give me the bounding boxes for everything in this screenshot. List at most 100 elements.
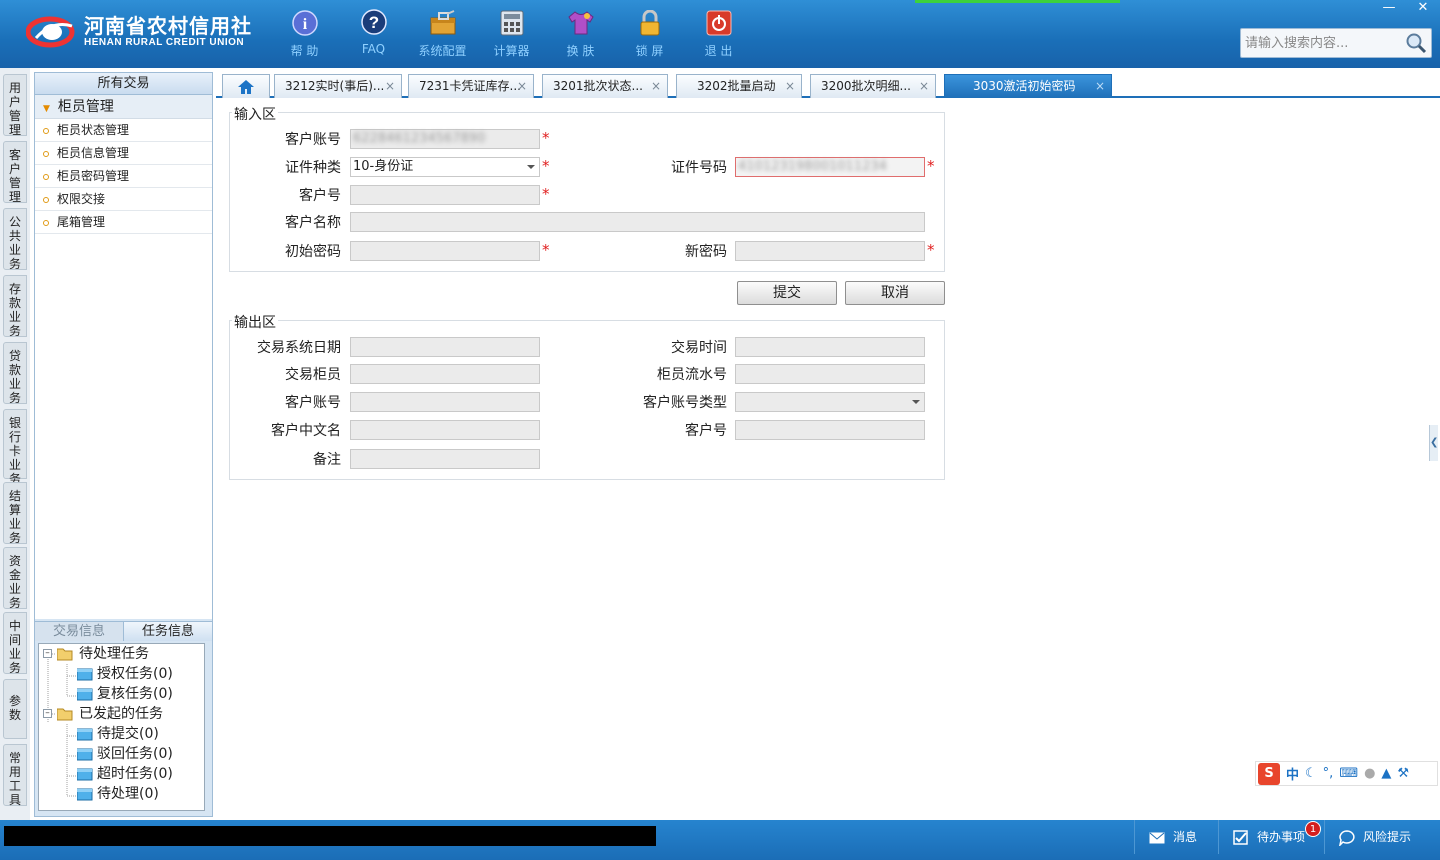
vtab-deposit[interactable]: 存款业务 [3, 275, 27, 338]
work-tabs: 3212实时(事后)... × 7231卡凭证库存... × 3201批次状态...… [216, 72, 1440, 98]
collapse-icon[interactable]: – [43, 709, 52, 718]
tab-3200[interactable]: 3200批次明细... × [810, 74, 936, 98]
tab-7231[interactable]: 7231卡凭证库存... × [408, 74, 534, 98]
input-section-title: 输入区 [232, 104, 278, 124]
user-icon[interactable]: ● [1364, 766, 1375, 781]
txn-time-field[interactable] [735, 337, 925, 357]
sogou-icon[interactable]: S [1258, 762, 1280, 785]
serial-label: 柜员流水号 [657, 367, 727, 383]
tab-home[interactable] [222, 74, 270, 98]
tab-3212[interactable]: 3212实时(事后)... × [274, 74, 402, 98]
teller-field[interactable] [350, 364, 540, 384]
nav-item-permission-handover[interactable]: 权限交接 [35, 188, 212, 211]
messages-button[interactable]: 消息 [1134, 820, 1218, 854]
vtab-funds[interactable]: 资金业务 [3, 547, 27, 610]
minimize-button[interactable]: — [1372, 0, 1406, 18]
out-account-field[interactable] [350, 392, 540, 412]
out-cust-no-field[interactable] [735, 420, 925, 440]
moon-icon[interactable]: ☾ [1305, 766, 1317, 781]
toolbox-icon [428, 8, 458, 38]
tree-node-pending[interactable]: – 待处理任务 [39, 644, 204, 664]
vtab-parameters[interactable]: 参数 [3, 679, 27, 739]
tab-3202[interactable]: 3202批量启动 × [676, 74, 802, 98]
vtab-common-tools[interactable]: 常用工具 [3, 744, 27, 807]
vtab-public-business[interactable]: 公共业务 [3, 208, 27, 271]
help-button[interactable]: i 帮 助 [270, 8, 339, 59]
nav-item-teller-password[interactable]: 柜员密码管理 [35, 165, 212, 188]
tree-label: 超时任务(0) [97, 766, 173, 782]
vtab-loan[interactable]: 贷款业务 [3, 342, 27, 405]
id-no-label: 证件号码 [671, 160, 727, 176]
faq-button[interactable]: ? FAQ [339, 8, 408, 59]
cancel-button[interactable]: 取消 [845, 281, 945, 305]
tab-transaction-info[interactable]: 交易信息 [35, 622, 123, 641]
nav-item-label: 柜员信息管理 [57, 146, 130, 160]
tree-node-to-submit[interactable]: 待提交(0) [39, 724, 204, 744]
tree-node-auth[interactable]: 授权任务(0) [39, 664, 204, 684]
close-tab-icon[interactable]: × [785, 75, 795, 97]
tree-node-timeout[interactable]: 超时任务(0) [39, 764, 204, 784]
nav-item-teller-info[interactable]: 柜员信息管理 [35, 142, 212, 165]
risk-alert-button[interactable]: 风险提示 [1324, 820, 1440, 854]
cust-name-field[interactable] [350, 212, 925, 232]
tab-3030[interactable]: 3030激活初始密码 × [944, 74, 1112, 98]
nav-item-teller-status[interactable]: 柜员状态管理 [35, 119, 212, 142]
close-tab-icon[interactable]: × [651, 75, 661, 97]
nav-group-label: 柜员管理 [57, 99, 114, 115]
cn-name-field[interactable] [350, 420, 540, 440]
vtab-intermediate[interactable]: 中间业务 [3, 612, 27, 675]
close-tab-icon[interactable]: × [385, 75, 395, 97]
calculator-icon [497, 8, 527, 38]
sys-date-field[interactable] [350, 337, 540, 357]
vtab-customer-mgmt[interactable]: 客户管理 [3, 141, 27, 204]
tree-node-rejected[interactable]: 驳回任务(0) [39, 744, 204, 764]
cn-name-label: 客户中文名 [271, 423, 341, 439]
tree-node-initiated[interactable]: – 已发起的任务 [39, 704, 204, 724]
account-field[interactable]: 6228461234567890 [350, 129, 540, 149]
folder-icon [76, 687, 93, 701]
exit-button[interactable]: 退 出 [684, 8, 753, 59]
close-tab-icon[interactable]: × [517, 75, 527, 97]
search-input[interactable] [1241, 29, 1406, 57]
tab-label: 3201批次状态... [553, 79, 643, 93]
wrench-icon[interactable]: ⚒ [1397, 766, 1409, 781]
app-logo: 河南省农村信用社 HENAN RURAL CREDIT UNION [25, 14, 252, 50]
punctuation-icon[interactable]: °, [1323, 766, 1334, 781]
account-type-select[interactable] [735, 392, 925, 412]
triangle-down-icon: ▼ [43, 104, 50, 114]
lock-screen-button[interactable]: 锁 屏 [615, 8, 684, 59]
id-no-field[interactable]: 410123198001011234 [735, 157, 925, 177]
init-pwd-field[interactable] [350, 241, 540, 261]
shirt-icon[interactable]: ▲ [1381, 766, 1391, 781]
tree-node-processing[interactable]: 待处理(0) [39, 784, 204, 804]
tree-node-review[interactable]: 复核任务(0) [39, 684, 204, 704]
nav-group-teller-mgmt[interactable]: ▼ 柜员管理 [35, 95, 212, 119]
nav-item-cash-box[interactable]: 尾箱管理 [35, 211, 212, 234]
window-controls: — ✕ [1372, 0, 1440, 18]
collapse-panel-handle[interactable]: ❮ [1429, 425, 1438, 461]
ime-mode[interactable]: 中 [1286, 764, 1299, 783]
task-tree: – 待处理任务 授权任务(0) 复核任务(0) – 已发起的任务 待提交(0) … [38, 643, 205, 811]
collapse-icon[interactable]: – [43, 649, 52, 658]
vtab-settlement[interactable]: 结算业务 [3, 482, 27, 545]
serial-field[interactable] [735, 364, 925, 384]
skin-button[interactable]: 换 肤 [546, 8, 615, 59]
vtab-bank-card[interactable]: 银行卡业务 [3, 409, 27, 486]
search-icon[interactable] [1405, 32, 1427, 58]
tab-3201[interactable]: 3201批次状态... × [542, 74, 668, 98]
power-icon [704, 8, 734, 38]
remark-field[interactable] [350, 449, 540, 469]
keyboard-icon[interactable]: ⌨ [1339, 766, 1358, 781]
close-tab-icon[interactable]: × [1095, 75, 1105, 97]
config-button[interactable]: 系统配置 [408, 8, 477, 59]
id-type-select[interactable]: 10-身份证 [350, 157, 540, 177]
calculator-button[interactable]: 计算器 [477, 8, 546, 59]
close-tab-icon[interactable]: × [919, 75, 929, 97]
submit-button[interactable]: 提交 [737, 281, 837, 305]
tab-task-info[interactable]: 任务信息 [123, 622, 212, 641]
nav-tree: ▼ 柜员管理 柜员状态管理 柜员信息管理 柜员密码管理 权限交接 尾箱管理 [35, 95, 212, 619]
vtab-user-mgmt[interactable]: 用户管理 [3, 74, 27, 137]
close-window-button[interactable]: ✕ [1406, 0, 1440, 18]
cust-no-field[interactable] [350, 185, 540, 205]
new-pwd-field[interactable] [735, 241, 925, 261]
